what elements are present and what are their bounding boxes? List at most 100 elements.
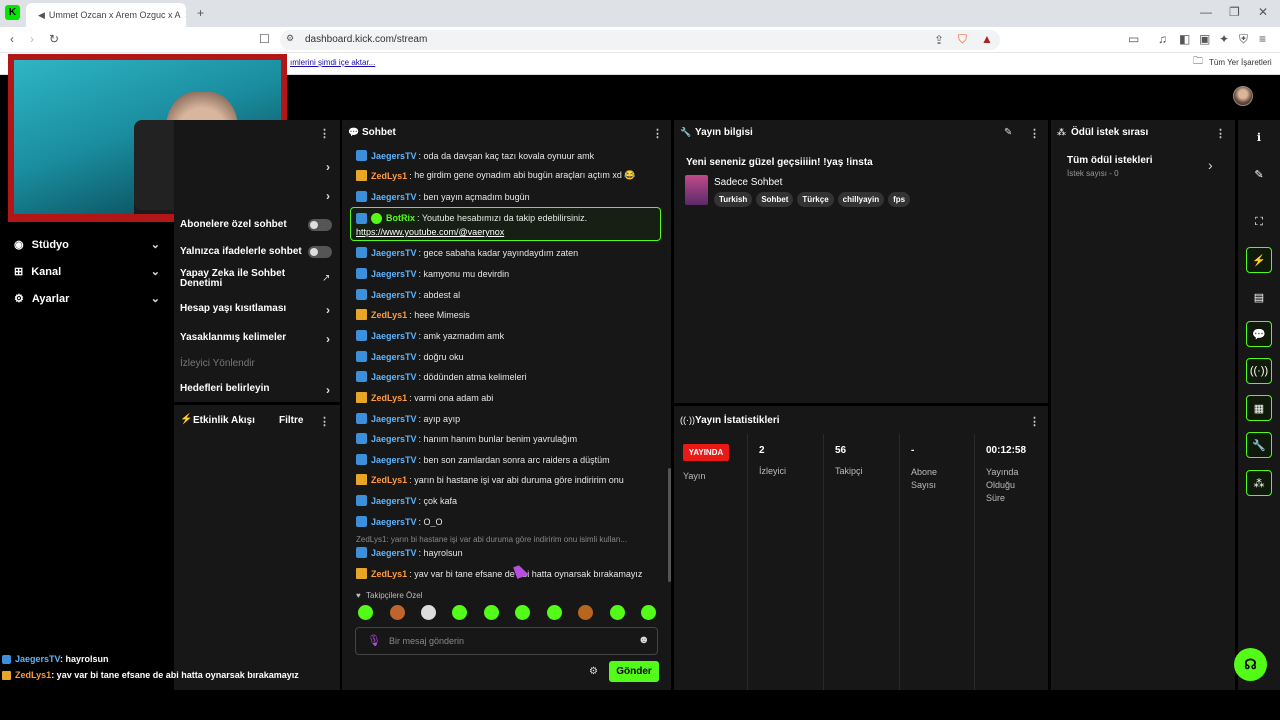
emote-icon[interactable] — [641, 605, 656, 620]
emote-icon[interactable] — [547, 605, 562, 620]
chat-username[interactable]: JaegersTV — [371, 548, 417, 558]
chat-icon[interactable]: 💬 — [1246, 321, 1272, 347]
nav-arrow-1[interactable]: › — [180, 160, 332, 174]
send-button[interactable]: Gönder — [609, 661, 659, 682]
emote-icon[interactable] — [610, 605, 625, 620]
tag[interactable]: Turkish — [714, 192, 753, 207]
chat-username[interactable]: JaegersTV — [371, 372, 417, 382]
tools-icon[interactable]: 🔧 — [1246, 432, 1272, 458]
edit-icon[interactable]: ✎ — [1246, 161, 1272, 187]
share-icon[interactable]: ⇪ — [934, 34, 944, 46]
rewards-icon[interactable]: ▲ — [981, 33, 993, 45]
chat-username[interactable]: JaegersTV — [371, 434, 417, 444]
bookmark-icon[interactable]: ☐ — [259, 33, 270, 45]
chat-settings-gear-icon[interactable]: ⚙ — [589, 666, 598, 677]
chat-username[interactable]: JaegersTV — [371, 352, 417, 362]
sidebar-item-channel[interactable]: ⊞ Kanal ⌄ — [14, 265, 160, 279]
fullscreen-icon[interactable]: ⛶ — [1246, 209, 1272, 235]
activity-menu-icon[interactable]: ⋮ — [319, 415, 330, 428]
emote-icon[interactable] — [390, 605, 405, 620]
chat-username[interactable]: ZedLys1 — [371, 569, 407, 579]
all-bookmarks[interactable]: Tüm Yer İşaretleri — [1209, 58, 1272, 67]
reply-preview[interactable]: ZedLys1: yarın bi hastane işi var abi du… — [356, 535, 658, 544]
sidebar-item-studio[interactable]: ◉ Stüdyo ⌄ — [14, 238, 160, 252]
avatar[interactable] — [1233, 86, 1253, 106]
notes-icon[interactable]: ▤ — [1246, 284, 1272, 310]
stream-info-menu-icon[interactable]: ⋮ — [1029, 127, 1040, 140]
nav-arrow-2[interactable]: › — [180, 189, 332, 203]
emote-icon[interactable] — [484, 605, 499, 620]
chat-username[interactable]: JaegersTV — [371, 517, 417, 527]
forward-icon[interactable]: › — [30, 33, 34, 45]
chat-settings-menu-icon[interactable]: ⋮ — [319, 127, 330, 140]
emote-icon[interactable] — [421, 605, 436, 620]
emote-icon[interactable] — [578, 605, 593, 620]
site-info-icon[interactable]: ⚙ — [286, 34, 294, 43]
chat-menu-icon[interactable]: ⋮ — [652, 127, 663, 140]
restore-icon[interactable]: ❐ — [1229, 6, 1240, 18]
vpn-icon[interactable]: ⛨ — [1239, 33, 1248, 45]
emoji-picker-icon[interactable]: ☻ — [638, 634, 650, 646]
brave-shield-icon[interactable]: ⛉ — [958, 33, 967, 45]
chat-username[interactable]: JaegersTV — [371, 455, 417, 465]
new-tab-icon[interactable]: + — [197, 7, 204, 19]
ai-moderation-row[interactable]: Yapay Zeka ile Sohbet Denetimi — [180, 269, 300, 289]
emote-icon[interactable] — [452, 605, 467, 620]
activity-filter-button[interactable]: Filtre — [279, 415, 303, 426]
chat-input[interactable]: 🎙 Bir mesaj gönderin ☻ — [355, 627, 658, 655]
set-goals-row[interactable]: Hedefleri belirleyin › — [180, 383, 332, 397]
wallet-icon[interactable]: ▣ — [1199, 33, 1210, 45]
external-link-icon[interactable]: ↗ — [322, 273, 330, 284]
sidebar-item-settings[interactable]: ⚙ Ayarlar ⌄ — [14, 292, 160, 306]
chat-username[interactable]: JaegersTV — [371, 414, 417, 424]
tag[interactable]: fps — [888, 192, 911, 207]
stream-stats-menu-icon[interactable]: ⋮ — [1029, 415, 1040, 428]
emote-icon[interactable] — [515, 605, 530, 620]
microphone-icon[interactable]: 🎙 — [367, 634, 381, 647]
menu-icon[interactable]: ≡ — [1259, 33, 1266, 45]
chat-username[interactable]: JaegersTV — [371, 248, 417, 258]
chat-username[interactable]: JaegersTV — [371, 496, 417, 506]
rewards-rail-icon[interactable]: ⁂ — [1246, 470, 1272, 496]
back-icon[interactable]: ‹ — [10, 33, 14, 45]
close-tab-icon[interactable]: ✕ — [184, 10, 186, 21]
quick-actions-icon[interactable]: ⚡ — [1246, 247, 1272, 273]
subscribers-only-toggle[interactable] — [308, 219, 332, 231]
chat-username[interactable]: ZedLys1 — [371, 310, 407, 320]
ai-icon[interactable]: ✦ — [1219, 33, 1229, 45]
bot-message-link[interactable]: https://www.youtube.com/@vaerynox — [356, 227, 504, 237]
layout-icon[interactable]: ▦ — [1246, 395, 1272, 421]
browser-tab[interactable]: ◀ Ummet Ozcan x Arem Ozguc x A ✕ — [26, 3, 186, 27]
account-age-row[interactable]: Hesap yaşı kısıtlaması › — [180, 303, 332, 317]
chat-username[interactable]: JaegersTV — [371, 331, 417, 341]
chat-scrollbar[interactable] — [668, 468, 671, 582]
chat-username[interactable]: ZedLys1 — [371, 171, 407, 181]
close-window-icon[interactable]: ✕ — [1258, 6, 1268, 18]
broadcast-rail-icon[interactable]: ((·)) — [1246, 358, 1272, 384]
tag[interactable]: Sohbet — [756, 192, 794, 207]
import-bookmarks-link[interactable]: ımlerini şimdi içe aktar... — [290, 58, 375, 67]
help-button[interactable]: ☊ — [1234, 648, 1267, 681]
bot-username[interactable]: BotRix — [386, 213, 415, 223]
chat-username[interactable]: JaegersTV — [371, 290, 417, 300]
chat-username[interactable]: JaegersTV — [371, 151, 417, 161]
chat-username[interactable]: ZedLys1 — [371, 393, 407, 403]
info-icon[interactable]: ℹ — [1246, 124, 1272, 150]
chat-username[interactable]: ZedLys1 — [371, 475, 407, 485]
minimize-icon[interactable]: — — [1200, 6, 1212, 18]
sidebar-toggle-icon[interactable]: ▭ — [1128, 33, 1139, 45]
edit-pencil-icon[interactable]: ✎ — [1004, 127, 1012, 138]
tag[interactable]: Türkçe — [797, 192, 834, 207]
chat-username[interactable]: JaegersTV — [371, 192, 417, 202]
tag[interactable]: chillyayin — [837, 192, 885, 207]
category-name[interactable]: Sadece Sohbet — [714, 177, 782, 188]
chat-username[interactable]: JaegersTV — [371, 269, 417, 279]
banned-words-row[interactable]: Yasaklanmış kelimeler › — [180, 332, 332, 346]
emote-icon[interactable] — [358, 605, 373, 620]
all-reward-requests-row[interactable]: Tüm ödül istekleri İstek sayısı - 0 › — [1067, 155, 1221, 183]
reward-queue-menu-icon[interactable]: ⋮ — [1215, 127, 1226, 140]
emotes-only-toggle[interactable] — [308, 246, 332, 258]
panel-icon[interactable]: ◧ — [1179, 33, 1190, 45]
music-icon[interactable]: ♫ — [1158, 33, 1167, 45]
reload-icon[interactable]: ↻ — [49, 33, 59, 45]
